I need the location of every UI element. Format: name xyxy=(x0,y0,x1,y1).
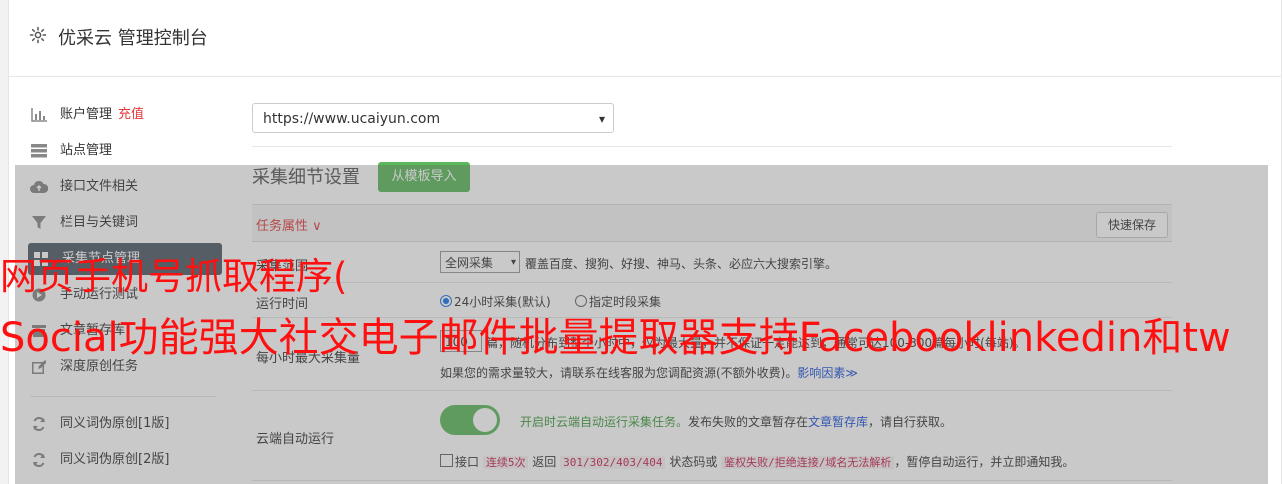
watermark-line-1: 网页手机号抓取程序( xyxy=(0,255,348,298)
watermark-line-2: Social功能强大社交电子邮件批量提取器支持Facebooklinkedin和… xyxy=(0,315,1231,361)
sidebar-item-account[interactable]: 账户管理 充值 xyxy=(30,103,144,127)
bar-chart-icon xyxy=(30,106,48,124)
site-select[interactable]: https://www.ucaiyun.com ▾ xyxy=(252,103,614,133)
chevron-down-icon: ▾ xyxy=(598,112,605,126)
server-icon xyxy=(30,142,48,160)
sidebar-item-label: 账户管理 xyxy=(60,107,113,122)
divider xyxy=(252,146,1172,147)
header: 优采云 管理控制台 xyxy=(9,0,1281,77)
site-select-value: https://www.ucaiyun.com xyxy=(263,111,441,127)
page-title: 优采云 管理控制台 xyxy=(58,28,208,49)
sidebar-item-label: 站点管理 xyxy=(60,143,113,158)
recharge-link[interactable]: 充值 xyxy=(118,103,144,127)
sidebar-item-sites[interactable]: 站点管理 xyxy=(30,139,112,163)
gear-icon xyxy=(29,26,47,44)
